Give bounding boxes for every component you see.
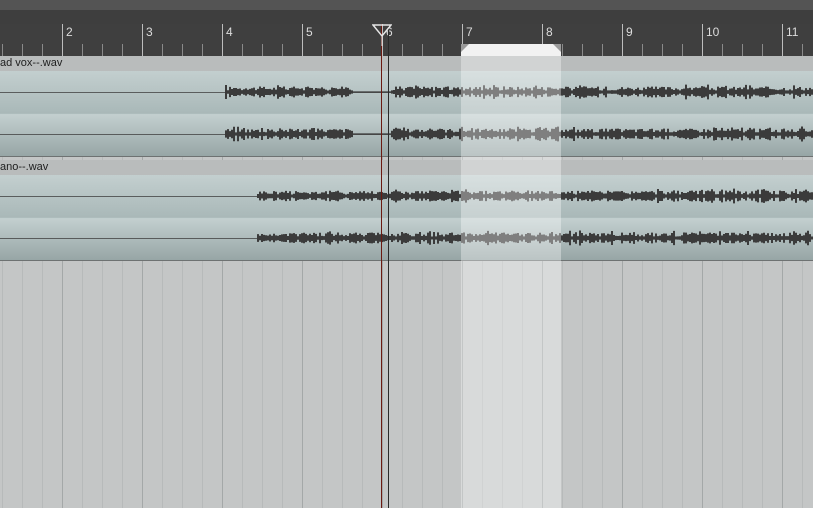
waveform xyxy=(0,188,813,246)
timeline-ruler[interactable]: 2 3 4 5 6 7 8 9 10 11 xyxy=(0,24,813,56)
waveform xyxy=(0,84,813,142)
media-item-header[interactable]: ad vox--.wav xyxy=(0,56,813,72)
media-item-name: ano--.wav xyxy=(0,161,49,173)
media-item-body[interactable] xyxy=(0,71,813,156)
track-2[interactable]: ano--.wav xyxy=(0,160,813,260)
ruler-label-4: 4 xyxy=(226,25,233,39)
ruler-label-11: 11 xyxy=(786,25,799,39)
ruler-label-8: 8 xyxy=(546,25,553,39)
ruler-label-2: 2 xyxy=(66,25,73,39)
track-divider[interactable] xyxy=(0,260,813,261)
track-1[interactable]: ad vox--.wav xyxy=(0,56,813,156)
ruler-label-5: 5 xyxy=(306,25,313,39)
ruler-label-6: 6 xyxy=(386,25,393,39)
toolbar-area xyxy=(0,0,813,24)
media-item-header[interactable]: ano--.wav xyxy=(0,160,813,176)
track-divider[interactable] xyxy=(0,156,813,157)
arrange-view[interactable]: ad vox--.wav ano--.wav xyxy=(0,56,813,508)
ruler-label-3: 3 xyxy=(146,25,153,39)
ruler-label-10: 10 xyxy=(706,25,720,39)
media-item-name: ad vox--.wav xyxy=(0,57,63,69)
toolbar-strip xyxy=(0,0,813,10)
ruler-ticks xyxy=(2,24,803,56)
ruler-label-9: 9 xyxy=(626,25,633,39)
ruler-label-7: 7 xyxy=(466,25,473,39)
media-item-body[interactable] xyxy=(0,175,813,260)
